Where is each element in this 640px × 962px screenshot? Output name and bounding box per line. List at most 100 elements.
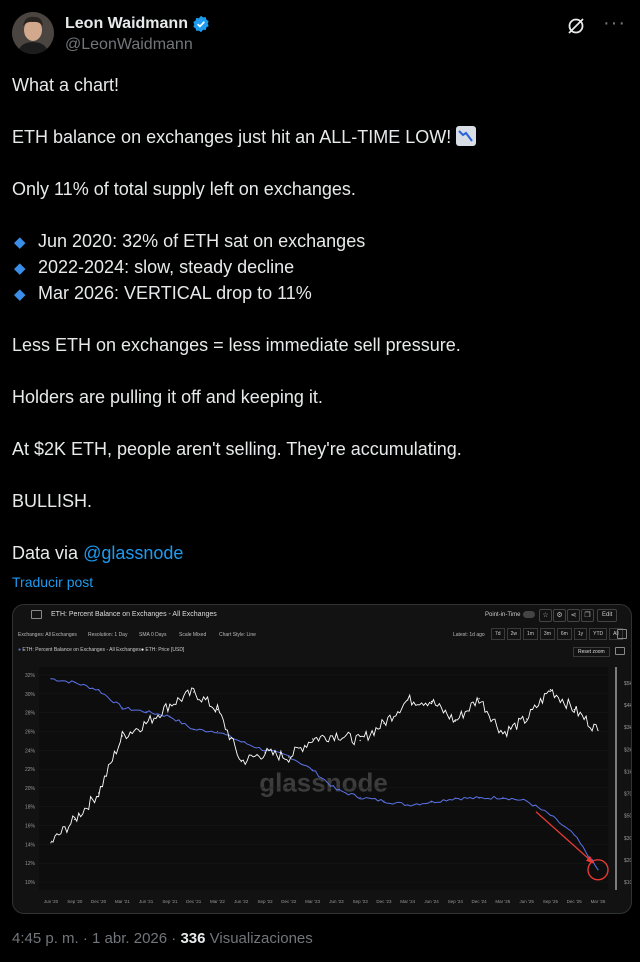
balance-point [454, 797, 456, 799]
translate-post-link[interactable]: Traducir post [12, 574, 93, 590]
grok-icon[interactable] [566, 16, 586, 36]
balance-point [430, 801, 433, 803]
y2-tick-label: $3k [624, 725, 631, 731]
x-tick-label: Dec '20 [91, 899, 107, 904]
y-tick-label: 22% [25, 767, 36, 773]
chart-plot: glassnode 32% 30% 28% 26% 24% 22% 20% 18% 16% 14% 1… [25, 667, 631, 904]
price-point [264, 752, 266, 754]
balance-point [145, 711, 147, 713]
balance-point [216, 730, 219, 733]
price-point [193, 691, 195, 693]
chart-image-card[interactable]: ETH: Percent Balance on Exchanges - All … [12, 604, 632, 914]
y-tick-label: 20% [25, 786, 36, 792]
balance-point [407, 804, 409, 806]
balance-point [97, 689, 100, 691]
x-tick-label: Sep '21 [162, 899, 178, 904]
x-tick-label: Mar '26 [591, 899, 606, 904]
y2-tick-label: $500 [624, 814, 631, 820]
y-tick-label: 12% [25, 861, 36, 867]
y-tick-label: 14% [25, 842, 36, 848]
x-tick-label: Sep '24 [448, 899, 464, 904]
price-point [335, 733, 337, 736]
y-tick-label: 24% [25, 748, 36, 754]
x-tick-label: Dec '24 [472, 899, 488, 904]
timestamp[interactable]: 4:45 p. m. · 1 abr. 2026 · [12, 930, 180, 947]
blue-diamond-icon: ◆ [14, 260, 26, 277]
x-tick-label: Jun '20 [44, 899, 59, 904]
x-tick-label: Jun '22 [234, 899, 249, 904]
post-line: Data via @glassnode [12, 543, 184, 563]
bullet-item: ◆ Jun 2020: 32% of ETH sat on exchanges [12, 228, 628, 254]
balance-point [121, 707, 123, 709]
post-line: At $2K ETH, people aren't selling. They'… [12, 439, 462, 459]
price-point [597, 729, 599, 732]
y2-tick-label: $300 [624, 836, 631, 842]
price-point [359, 739, 361, 742]
post-header: Leon Waidmann @LeonWaidmann ··· [12, 12, 628, 58]
price-point [312, 738, 314, 740]
price-point [454, 720, 456, 722]
price-point [383, 722, 385, 724]
x-tick-label: Mar '24 [400, 899, 415, 904]
price-point [526, 718, 528, 720]
y-tick-label: 30% [25, 692, 36, 698]
verified-badge-icon [193, 15, 209, 33]
y2-tick-label: $700 [624, 792, 631, 798]
post-line: BULLISH. [12, 491, 93, 511]
x-tick-label: Jun '21 [139, 899, 154, 904]
price-point [216, 708, 219, 711]
price-point [74, 818, 76, 821]
x-tick-label: Sep '22 [257, 899, 273, 904]
y-tick-label: 16% [25, 824, 36, 830]
balance-point [264, 749, 266, 751]
price-point [478, 698, 480, 700]
price-point [288, 756, 290, 758]
balance-point [193, 728, 195, 731]
mention-link[interactable]: @glassnode [83, 543, 183, 563]
watermark: glassnode [259, 768, 388, 798]
views-count: 336 [180, 930, 206, 947]
x-tick-label: Mar '23 [305, 899, 320, 904]
post-line: Only 11% of total supply left on exchang… [12, 179, 356, 199]
price-point [240, 760, 242, 763]
blue-diamond-icon: ◆ [14, 234, 26, 251]
bullet-item: ◆ 2022-2024: slow, steady decline [12, 254, 628, 280]
user-handle[interactable]: @LeonWaidmann [65, 36, 193, 54]
balance-point [359, 796, 361, 798]
avatar[interactable] [12, 12, 54, 54]
balance-point [549, 814, 552, 816]
x-tick-label: Mar '22 [210, 899, 225, 904]
price-point [430, 700, 433, 703]
price-point [145, 722, 147, 724]
price-point [502, 732, 504, 734]
y2-tick-label: $5k [624, 681, 631, 687]
blue-diamond-icon: ◆ [14, 286, 26, 303]
x-tick-label: Sep '25 [543, 899, 559, 904]
x-tick-label: Dec '25 [567, 899, 583, 904]
balance-point [288, 755, 290, 757]
price-point [573, 708, 575, 711]
post-meta: 4:45 p. m. · 1 abr. 2026 · 336 Visualiza… [12, 930, 313, 947]
y2-tick-label: $100 [624, 880, 631, 886]
balance-point [169, 715, 171, 717]
balance-point [526, 800, 528, 802]
x-tick-label: Sep '20 [67, 899, 83, 904]
balance-point [240, 741, 242, 743]
y-tick-label: 26% [25, 729, 36, 735]
x-tick-label: Jun '25 [519, 899, 534, 904]
balance-point [50, 678, 52, 680]
views-label: Visualizaciones [205, 930, 313, 947]
x-tick-label: Jun '24 [424, 899, 439, 904]
x-tick-label: Sep '23 [353, 899, 369, 904]
price-point [549, 689, 552, 691]
post-line: Less ETH on exchanges = less immediate s… [12, 335, 461, 355]
display-name[interactable]: Leon Waidmann [65, 15, 210, 33]
balance-point [335, 789, 337, 791]
more-options-icon[interactable]: ··· [603, 12, 626, 35]
balance-point [573, 834, 575, 836]
y-tick-label: 28% [25, 711, 36, 717]
y2-tick-label: $2k [624, 747, 631, 753]
x-tick-label: Dec '23 [376, 899, 392, 904]
balance-point [74, 681, 76, 684]
y2-tick-label: $200 [624, 858, 631, 864]
